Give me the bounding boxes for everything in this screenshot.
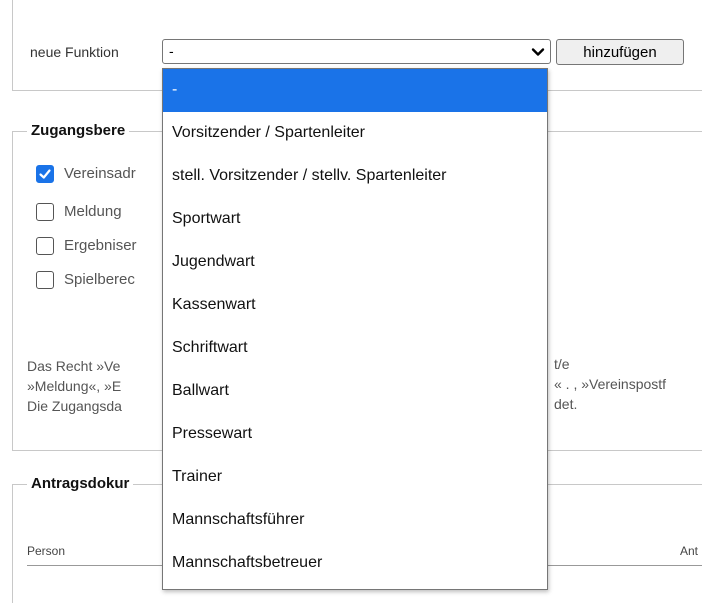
function-select[interactable]: -	[162, 39, 551, 64]
dropdown-option-trainer[interactable]: Trainer	[163, 456, 547, 499]
dropdown-option-pressewart[interactable]: Pressewart	[163, 413, 547, 456]
dropdown-option-jugendwart[interactable]: Jugendwart	[163, 241, 547, 284]
info-line: Das Recht »Ve	[27, 358, 121, 374]
add-function-button[interactable]: hinzufügen	[556, 39, 684, 65]
new-function-label: neue Funktion	[30, 44, 119, 60]
checkbox-label: Meldung	[64, 203, 122, 220]
dropdown-option-schriftwart[interactable]: Schriftwart	[163, 327, 547, 370]
access-rights-legend: Zugangsbere	[27, 122, 130, 139]
info-line: »Meldung«, »E	[27, 378, 122, 394]
checkbox-label: Ergebniser	[64, 237, 137, 254]
checkmark-icon	[39, 169, 51, 179]
dropdown-option-mannschaftsfuehrer[interactable]: Mannschaftsführer	[163, 499, 547, 542]
info-fragment: « . , »Vereinspostf	[554, 376, 667, 392]
spielberechtigung-checkbox[interactable]	[36, 271, 54, 289]
column-header-person: Person	[27, 544, 66, 558]
documents-legend: Antragsdokur	[27, 475, 134, 492]
dropdown-option-mannschaftsbetreuer[interactable]: Mannschaftsbetreuer	[163, 542, 547, 585]
page: neue Funktion - hinzufügen Zugangsbere V…	[0, 0, 702, 603]
chevron-down-icon	[531, 48, 545, 56]
access-info-text: Das Recht »Ve »Meldung«, »E Die Zugangsd…	[27, 356, 122, 416]
function-select-value: -	[169, 43, 174, 59]
info-line: Die Zugangsda	[27, 398, 122, 414]
info-fragment: det.	[554, 396, 578, 412]
dropdown-option-vorsitzender[interactable]: Vorsitzender / Spartenleiter	[163, 112, 547, 155]
checkbox-label: Vereinsadr	[64, 165, 136, 182]
dropdown-option-sportwart[interactable]: Sportwart	[163, 198, 547, 241]
vereinsadresse-checkbox[interactable]	[36, 165, 54, 183]
dropdown-option-stellv-vorsitzender[interactable]: stell. Vorsitzender / stellv. Spartenlei…	[163, 155, 547, 198]
column-header-right: Ant	[680, 544, 699, 558]
function-dropdown-list[interactable]: - Vorsitzender / Spartenleiter stell. Vo…	[162, 68, 548, 590]
dropdown-option-ballwart[interactable]: Ballwart	[163, 370, 547, 413]
dropdown-option-none[interactable]: -	[163, 69, 547, 112]
dropdown-option-kassenwart[interactable]: Kassenwart	[163, 284, 547, 327]
checkbox-label: Spielberec	[64, 271, 135, 288]
ergebnis-checkbox[interactable]	[36, 237, 54, 255]
info-fragment: t/e	[554, 356, 570, 372]
meldung-checkbox[interactable]	[36, 203, 54, 221]
